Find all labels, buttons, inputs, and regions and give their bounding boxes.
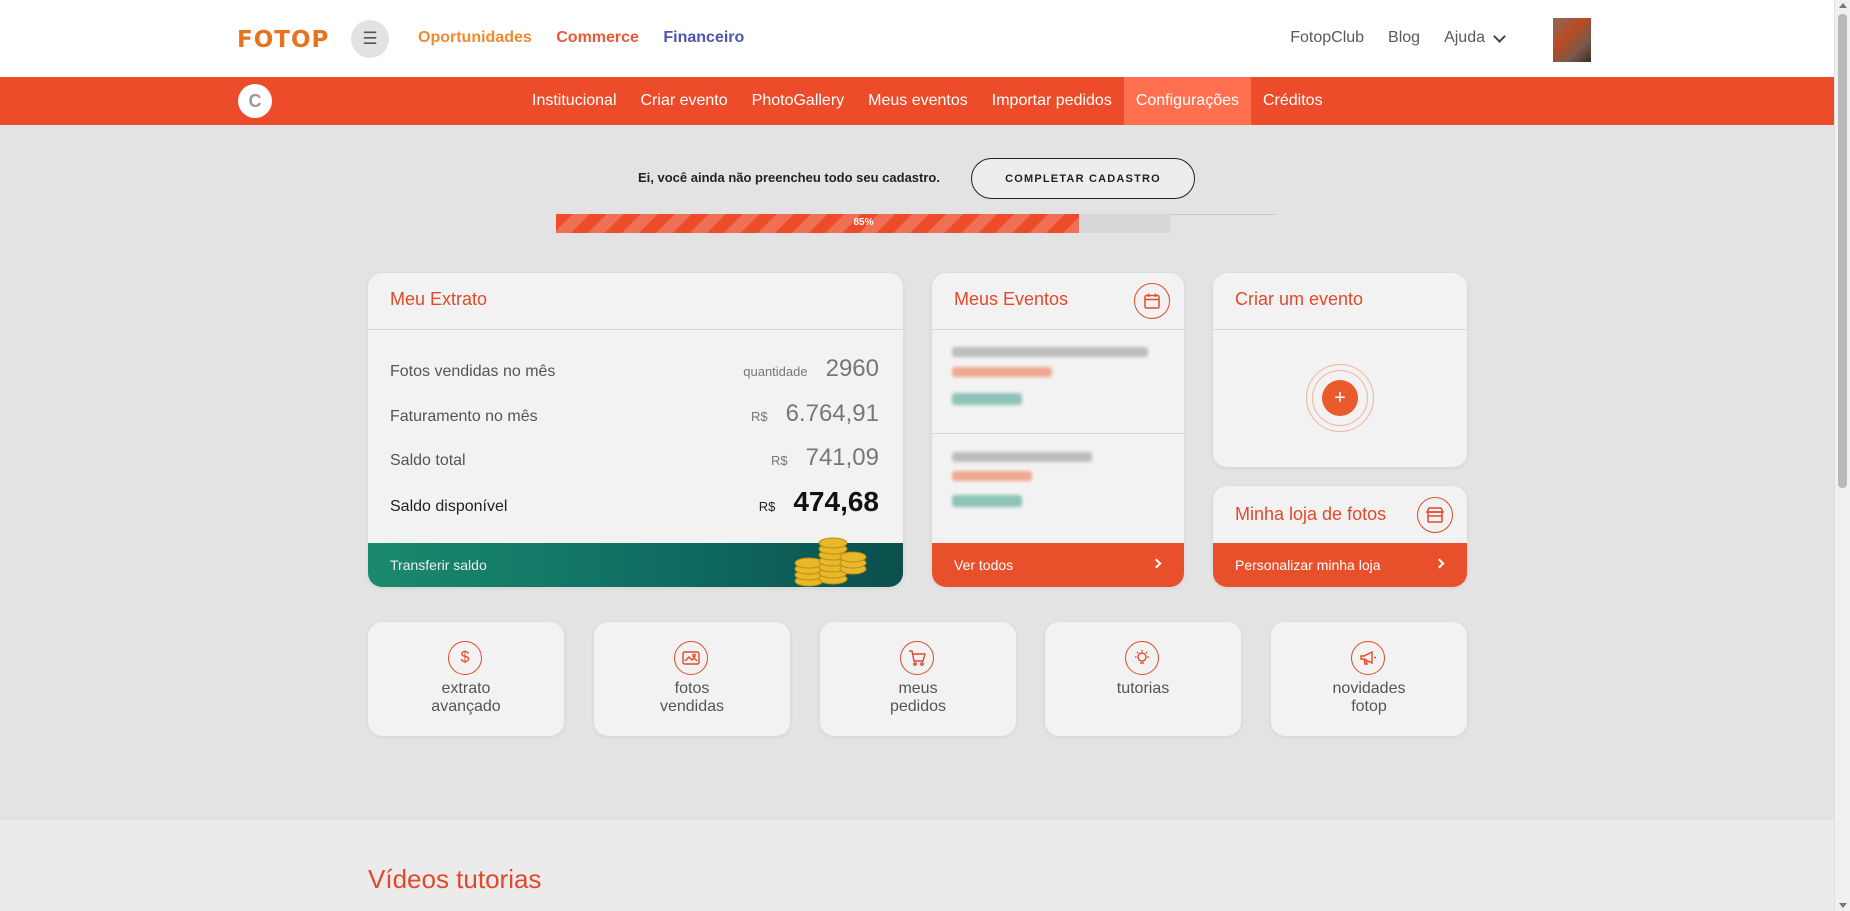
photo-icon [674,641,708,675]
chevron-right-icon [1434,558,1445,569]
coins-icon [794,537,867,587]
scroll-thumb[interactable] [1838,14,1847,488]
tab-criar-evento[interactable]: Criar evento [629,77,740,125]
scroll-down-icon[interactable] [1839,903,1847,908]
link-fotopclub[interactable]: FotopClub [1290,29,1364,47]
chevron-right-icon [1151,558,1162,569]
eventos-card: Meus Eventos Ver todos [932,273,1184,587]
card-divider [1213,329,1467,330]
sub-nav: C Institucional Criar evento PhotoGaller… [0,77,1834,125]
dollar-icon: $ [448,641,482,675]
page-scrollbar[interactable] [1834,0,1850,911]
row-unit: R$ [750,409,768,424]
tile-label: fotos vendidas [659,680,725,715]
row-value: 2960 [825,355,879,382]
hamburger-icon: ☰ [362,29,378,48]
extrato-row-saldo-total: Saldo total R$ 741,09 [390,444,879,472]
tab-photogallery[interactable]: PhotoGallery [740,77,857,125]
eventos-title: Meus Eventos [954,289,1069,309]
progress-divider [1171,214,1276,215]
top-nav: Oportunidades Commerce Financeiro [418,29,764,47]
videos-title: Vídeos tutorias [368,864,542,894]
tab-configuracoes[interactable]: Configurações [1123,77,1251,125]
top-header: FOTOP ☰ Oportunidades Commerce Financeir… [0,0,1834,77]
plus-icon[interactable]: + [1322,380,1358,416]
personalizar-loja-button[interactable]: Personalizar minha loja [1213,543,1467,587]
criar-evento-title: Criar um evento [1235,289,1364,309]
fotop-logo[interactable]: FOTOP [237,27,329,53]
tile-tutorias[interactable]: tutorias [1045,622,1241,736]
row-value: 6.764,91 [785,400,879,427]
transferir-saldo-label: Transferir saldo [390,557,487,573]
row-unit: R$ [758,499,776,514]
progress-label: 85% [853,217,874,228]
tile-meus-pedidos[interactable]: meus pedidos [820,622,1016,736]
account-badge[interactable]: C [238,84,272,118]
transferir-saldo-button[interactable]: Transferir saldo [368,537,903,587]
card-divider [932,329,1184,330]
cart-icon [900,641,934,675]
criar-evento-card[interactable]: Criar um evento + [1213,273,1467,467]
nav-oportunidades[interactable]: Oportunidades [418,29,532,46]
link-blog[interactable]: Blog [1388,29,1420,47]
tile-label: tutorias [1116,680,1170,697]
ajuda-dropdown[interactable]: Ajuda [1444,29,1506,47]
user-avatar[interactable] [1553,18,1591,62]
extrato-row-faturamento: Faturamento no mês R$ 6.764,91 [390,400,879,428]
extrato-card: Meu Extrato Fotos vendidas no mês quanti… [368,273,903,587]
row-value: 474,68 [793,486,879,517]
tab-creditos[interactable]: Créditos [1251,77,1335,125]
row-unit: quantidade [743,364,808,379]
loja-title: Minha loja de fotos [1235,504,1387,524]
nav-commerce[interactable]: Commerce [556,29,639,46]
scroll-up-icon[interactable] [1839,3,1847,8]
lightbulb-icon [1125,641,1159,675]
row-label: Faturamento no mês [390,408,538,425]
menu-button[interactable]: ☰ [351,20,389,58]
extrato-row-saldo-disponivel: Saldo disponível R$ 474,68 [390,486,879,518]
event-separator [932,433,1184,434]
tile-fotos-vendidas[interactable]: fotos vendidas [594,622,790,736]
tile-label: extrato avançado [431,680,501,715]
store-icon[interactable] [1417,497,1453,533]
row-label: Saldo disponível [390,498,508,515]
complete-profile-button[interactable]: COMPLETAR CADASTRO [971,158,1195,199]
tab-institucional[interactable]: Institucional [520,77,629,125]
right-nav: FotopClub Blog Ajuda [1290,29,1506,47]
row-label: Fotos vendidas no mês [390,363,556,380]
extrato-title: Meu Extrato [390,289,488,309]
tile-label: meus pedidos [889,680,947,715]
ver-todos-label: Ver todos [954,557,1014,573]
loja-card: Minha loja de fotos Personalizar minha l… [1213,486,1467,587]
tab-meus-eventos[interactable]: Meus eventos [856,77,980,125]
completion-progress-bar: 85% [556,214,1171,233]
chevron-down-icon [1493,29,1506,43]
calendar-icon[interactable] [1134,283,1170,319]
ver-todos-button[interactable]: Ver todos [932,543,1184,587]
tab-importar-pedidos[interactable]: Importar pedidos [980,77,1124,125]
ajuda-label: Ajuda [1444,29,1485,46]
tile-novidades-fotop[interactable]: novidades fotop [1271,622,1467,736]
card-divider [368,329,903,330]
videos-section: Vídeos tutorias [0,820,1834,911]
nav-financeiro[interactable]: Financeiro [663,29,744,46]
tile-label: novidades fotop [1332,680,1406,715]
completion-message: Ei, você ainda não preencheu todo seu ca… [638,170,940,185]
tile-extrato-avancado[interactable]: $ extrato avançado [368,622,564,736]
row-label: Saldo total [390,452,466,469]
row-value: 741,09 [805,444,879,471]
extrato-row-fotos: Fotos vendidas no mês quantidade 2960 [390,355,879,383]
personalizar-loja-label: Personalizar minha loja [1235,557,1381,573]
megaphone-icon [1351,641,1385,675]
row-unit: R$ [770,453,788,468]
